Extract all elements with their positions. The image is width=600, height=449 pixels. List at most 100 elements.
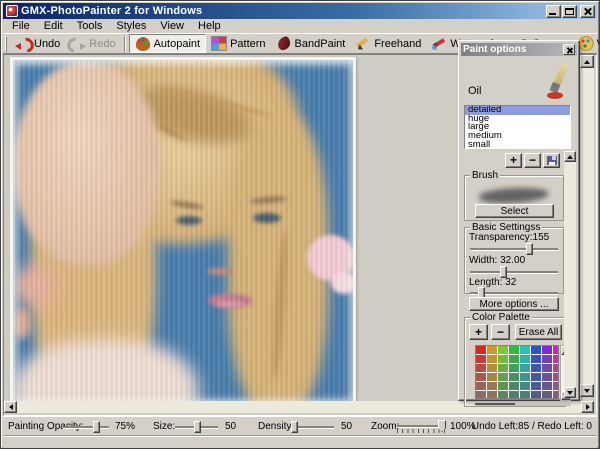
palette-color[interactable] (487, 346, 497, 354)
palette-color[interactable] (542, 382, 552, 390)
scroll-left-button[interactable] (4, 401, 17, 413)
density-thumb[interactable] (291, 421, 298, 433)
palette-color[interactable] (487, 373, 497, 381)
autopaint-label: Autopaint (153, 37, 201, 50)
preset-remove-button[interactable]: − (524, 153, 541, 168)
scroll-right-button[interactable] (581, 401, 594, 413)
palette-color[interactable] (531, 346, 541, 354)
palette-color[interactable] (509, 364, 519, 372)
length-slider-track[interactable] (470, 287, 558, 299)
menu-edit[interactable]: Edit (37, 20, 70, 33)
palette-color[interactable] (498, 391, 508, 398)
toolbar-grip[interactable] (5, 35, 7, 52)
menu-file[interactable]: File (5, 20, 37, 33)
palette-color[interactable] (476, 382, 486, 390)
panel-scroll-up[interactable] (564, 151, 576, 162)
palette-color[interactable] (487, 382, 497, 390)
palette-color[interactable] (531, 382, 541, 390)
pattern-button[interactable]: Pattern (206, 34, 270, 53)
minimize-button[interactable] (546, 4, 561, 18)
undo-button[interactable]: Undo (10, 34, 65, 53)
transparency-slider-track[interactable] (470, 243, 558, 255)
palette-add-button[interactable]: + (469, 324, 488, 340)
close-button[interactable] (580, 4, 595, 18)
palette-color[interactable] (509, 346, 519, 354)
scroll-down-button[interactable] (580, 384, 594, 397)
palette-color[interactable] (553, 382, 558, 390)
palette-color[interactable] (553, 364, 558, 372)
window-title: GMX-PhotoPainter 2 for Windows (21, 5, 203, 17)
palette-color[interactable] (476, 373, 486, 381)
palette-color[interactable] (553, 346, 558, 354)
palette-color[interactable] (498, 382, 508, 390)
palette-color[interactable] (531, 391, 541, 398)
palette-color[interactable] (531, 364, 541, 372)
palette-color[interactable] (542, 391, 552, 398)
palette-color[interactable] (542, 364, 552, 372)
vertical-scrollbar[interactable] (580, 55, 594, 397)
scroll-up-button[interactable] (580, 55, 594, 68)
palette-color[interactable] (531, 373, 541, 381)
palette-color[interactable] (476, 364, 486, 372)
palette-color[interactable] (542, 346, 552, 354)
menu-view[interactable]: View (153, 20, 191, 33)
menu-tools[interactable]: Tools (70, 20, 110, 33)
redo-button[interactable]: Redo (65, 34, 120, 53)
brush-select-button[interactable]: Select (475, 204, 554, 218)
panel-scrollbar[interactable] (564, 151, 576, 398)
palette-color[interactable] (476, 346, 486, 354)
palette-color[interactable] (487, 364, 497, 372)
palette-color[interactable] (553, 391, 558, 398)
palette-color[interactable] (498, 373, 508, 381)
palette-color[interactable] (520, 346, 530, 354)
density-track[interactable] (290, 421, 334, 433)
palette-color[interactable] (487, 355, 497, 363)
palette-color[interactable] (520, 355, 530, 363)
panel-title: Paint options (463, 44, 527, 55)
canvas-paper[interactable] (10, 57, 356, 406)
palette-color[interactable] (531, 355, 541, 363)
freehand-button[interactable]: Freehand (350, 34, 426, 53)
size-track[interactable] (175, 421, 218, 433)
zoom-track[interactable] (397, 420, 446, 432)
menu-help[interactable]: Help (191, 20, 228, 33)
menu-styles[interactable]: Styles (109, 20, 153, 33)
palette-color[interactable] (498, 355, 508, 363)
erase-all-button[interactable]: Erase All (515, 324, 562, 340)
palette-hscroll[interactable] (475, 402, 571, 406)
palette-color[interactable] (520, 373, 530, 381)
panel-scroll-down[interactable] (564, 387, 576, 398)
palette-color[interactable] (509, 382, 519, 390)
palette-color[interactable] (509, 391, 519, 398)
canvas-painting (13, 60, 353, 403)
size-thumb[interactable] (194, 421, 201, 433)
panel-title-bar[interactable]: Paint options (461, 43, 577, 56)
preset-add-button[interactable]: + (505, 153, 522, 168)
palette-color[interactable] (520, 382, 530, 390)
palette-color[interactable] (520, 364, 530, 372)
palette-color[interactable] (520, 391, 530, 398)
palette-color[interactable] (476, 391, 486, 398)
palette-color[interactable] (553, 355, 558, 363)
palette-color[interactable] (509, 373, 519, 381)
painting-opacity-track[interactable] (63, 421, 109, 433)
palette-color[interactable] (553, 373, 558, 381)
palette-color[interactable] (542, 355, 552, 363)
width-slider-track[interactable] (470, 266, 558, 278)
autopaint-button[interactable]: Autopaint (128, 34, 207, 53)
palette-color[interactable] (509, 355, 519, 363)
palette-color[interactable] (476, 355, 486, 363)
palette-color[interactable] (498, 346, 508, 354)
palette-remove-button[interactable]: − (491, 324, 510, 340)
bandpaint-button[interactable]: BandPaint (271, 34, 351, 53)
transparency-slider-thumb[interactable] (526, 243, 533, 255)
panel-close-button[interactable] (563, 44, 575, 55)
preset-save-button[interactable] (543, 153, 560, 168)
maximize-button[interactable] (562, 4, 577, 18)
painting-opacity-thumb[interactable] (93, 421, 100, 433)
palette-color[interactable] (487, 391, 497, 398)
palette-color[interactable] (498, 364, 508, 372)
palette-color[interactable] (542, 373, 552, 381)
more-options-button[interactable]: More options ... (469, 297, 559, 311)
preset-item-small[interactable]: small (465, 140, 570, 148)
